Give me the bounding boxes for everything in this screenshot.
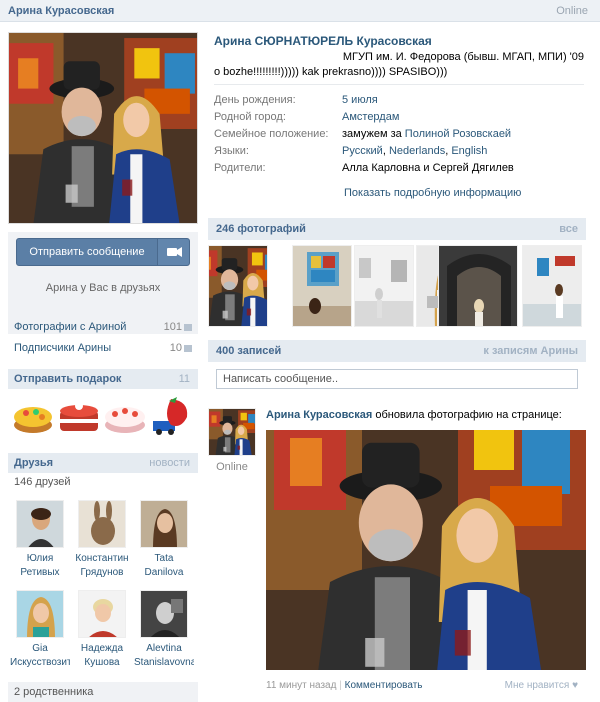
profile-status[interactable]: МГУП им. И. Федорова (бывш. МГАП, МПИ) '… xyxy=(214,50,584,80)
followers-label: Подписчики Арины xyxy=(14,342,112,354)
photos-with-count: 101 xyxy=(163,321,182,333)
friend-last-name: Danilova xyxy=(144,567,184,578)
friend-avatar xyxy=(140,590,188,638)
photos-title: 246 фотографий xyxy=(216,223,306,235)
left-column: Отправить сообщение Арина у Вас в друзья… xyxy=(8,32,198,389)
like-button[interactable]: Мне нравится ♥ xyxy=(505,680,578,691)
compose-input[interactable] xyxy=(217,370,577,388)
person-icon xyxy=(184,344,192,352)
hometown-link[interactable]: Амстердам xyxy=(342,111,399,123)
friend-item[interactable]: Юлия Ретивых xyxy=(10,500,70,580)
heart-icon: ♥ xyxy=(572,680,578,691)
gift-cake-strawberry-icon[interactable] xyxy=(103,395,145,437)
parents-value: Алла Карловна и Сергей Дягилев xyxy=(342,162,514,174)
gifts-count: 11 xyxy=(178,373,190,385)
friend-item[interactable]: Alevtina Stanislavovna xyxy=(134,590,194,670)
followers-link[interactable]: Подписчики Арины 10 xyxy=(14,342,192,354)
gifts-header[interactable]: Отправить подарок 11 xyxy=(8,369,198,389)
followers-count: 10 xyxy=(169,342,182,354)
compose-field[interactable] xyxy=(216,369,578,389)
friend-last-name: Искусствозить xyxy=(10,657,70,668)
wall-title: 400 записей xyxy=(216,345,282,357)
friend-item[interactable]: Gia Искусствозить xyxy=(10,590,70,670)
friend-first-name: Gia xyxy=(32,643,48,654)
language-link[interactable]: English xyxy=(451,145,487,157)
friends-note: Арина у Вас в друзьях xyxy=(45,282,161,294)
profile-avatar[interactable] xyxy=(8,32,198,224)
photo-icon xyxy=(184,323,192,331)
post-online-status: Online xyxy=(216,461,248,473)
photos-all-link[interactable]: все xyxy=(559,223,578,235)
status-line-1: МГУП им. И. Федорова (бывш. МГАП, МПИ) '… xyxy=(342,51,584,63)
relatives-label: 2 родственника xyxy=(14,686,94,698)
info-key: Родной город: xyxy=(214,111,286,123)
friend-avatar xyxy=(140,500,188,548)
video-call-icon[interactable] xyxy=(157,239,189,265)
show-more-info-link[interactable]: Показать подробную информацию xyxy=(344,187,521,199)
gift-cake-red-icon[interactable] xyxy=(57,395,99,437)
friend-avatar xyxy=(78,590,126,638)
status-divider xyxy=(214,84,584,85)
post-action-text: обновила фотографию на странице: xyxy=(372,409,562,421)
comment-link[interactable]: Комментировать xyxy=(345,680,423,691)
friend-item[interactable]: Константин Грядунов xyxy=(72,500,132,580)
to-posts-link[interactable]: к записям Арины xyxy=(483,345,578,357)
photo-thumbnail[interactable] xyxy=(438,245,518,327)
actions-box: Отправить сообщение Арина у Вас в друзья… xyxy=(8,232,198,334)
friend-avatar xyxy=(16,590,64,638)
status-line-2: o bozhe!!!!!!!!!))))) kak prekrasno)))) … xyxy=(214,66,448,78)
friend-last-name: Грядунов xyxy=(80,567,124,578)
photo-thumbnail[interactable] xyxy=(522,245,582,327)
friends-more-link[interactable]: новости xyxy=(149,457,190,469)
like-label: Мне нравится xyxy=(504,680,570,691)
friend-last-name: Stanislavovna xyxy=(134,657,194,668)
photo-thumbnail[interactable] xyxy=(292,245,352,327)
post-image[interactable] xyxy=(266,430,586,670)
language-link[interactable]: Nederlands xyxy=(389,145,445,157)
birthday-link[interactable]: 5 июля xyxy=(342,94,378,106)
friend-last-name: Кушова xyxy=(84,657,120,668)
friend-item[interactable]: Надежда Кушова xyxy=(72,590,132,670)
post-header: Арина Курасовская обновила фотографию на… xyxy=(266,409,562,421)
photo-thumbnail[interactable] xyxy=(208,245,268,327)
info-key: Языки: xyxy=(214,145,249,157)
wall-header[interactable]: 400 записей к записям Арины xyxy=(208,340,586,362)
photos-with-label: Фотографии с Ариной xyxy=(14,321,127,333)
info-key: День рождения: xyxy=(214,94,296,106)
friends-header[interactable]: Друзья новости xyxy=(8,453,198,473)
send-message-label: Отправить сообщение xyxy=(29,246,145,258)
header-user-name[interactable]: Арина Курасовская xyxy=(8,5,114,17)
spouse-link[interactable]: Полиной Розовскаей xyxy=(405,128,511,140)
gift-cake-yellow-icon[interactable] xyxy=(12,395,54,437)
friend-first-name: Надежда xyxy=(80,643,124,654)
photo-thumbnail[interactable] xyxy=(354,245,414,327)
profile-name: Арина СЮРНАТЮРЕЛЬ Курасовская xyxy=(214,34,432,48)
send-message-button[interactable]: Отправить сообщение xyxy=(16,238,190,266)
top-bar: Арина Курасовская Online xyxy=(0,0,600,22)
post-footer: 11 минут назад | Комментировать Мне нрав… xyxy=(266,680,578,691)
friend-first-name: Константин xyxy=(75,553,129,564)
relationship-prefix: замужем за xyxy=(342,128,405,140)
info-key: Семейное положение: xyxy=(214,128,329,140)
info-key: Родители: xyxy=(214,162,266,174)
language-link[interactable]: Русский xyxy=(342,145,383,157)
friend-item[interactable]: Tata Danilova xyxy=(134,500,194,580)
friend-first-name: Alevtina xyxy=(146,643,182,654)
photos-header[interactable]: 246 фотографий все xyxy=(208,218,586,240)
friend-avatar xyxy=(16,500,64,548)
friend-avatar xyxy=(78,500,126,548)
post-author-link[interactable]: Арина Курасовская xyxy=(266,409,372,421)
post-time[interactable]: 11 минут назад xyxy=(266,680,336,691)
friend-first-name: Юлия xyxy=(26,553,54,564)
photos-with-link[interactable]: Фотографии с Ариной 101 xyxy=(14,321,192,333)
friends-count: 146 друзей xyxy=(14,476,71,488)
relatives-bar[interactable]: 2 родственника xyxy=(8,682,198,702)
gifts-title: Отправить подарок xyxy=(14,373,122,385)
friend-first-name: Tata xyxy=(154,553,174,564)
gift-strawberry-truck-icon[interactable] xyxy=(151,395,193,437)
post-author-avatar[interactable] xyxy=(208,408,256,456)
friend-last-name: Ретивых xyxy=(20,567,60,578)
online-status: Online xyxy=(556,5,588,17)
friends-title: Друзья xyxy=(14,457,54,469)
